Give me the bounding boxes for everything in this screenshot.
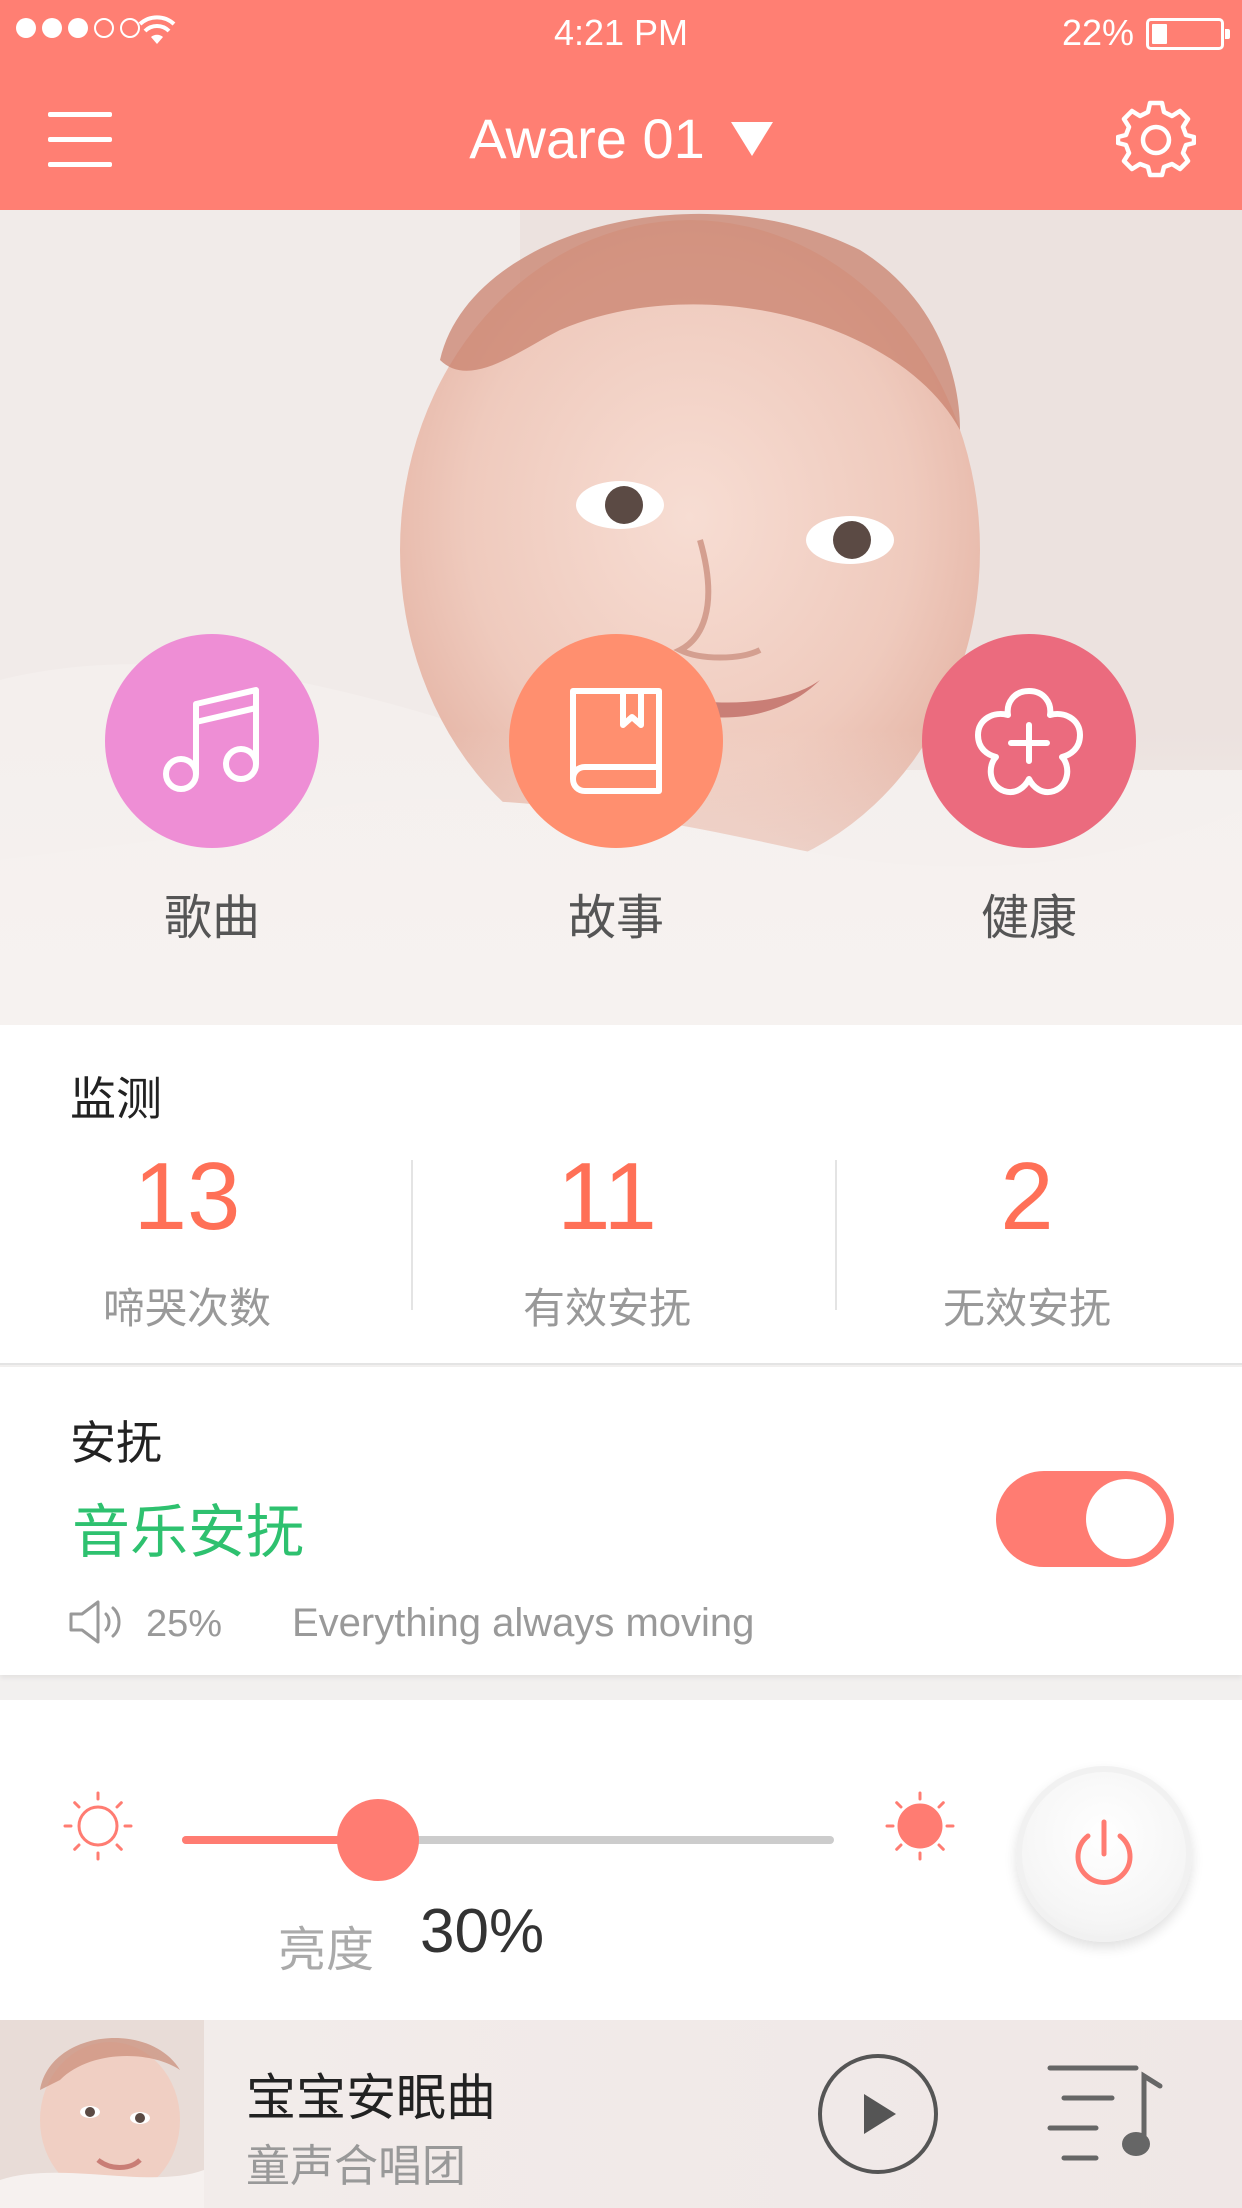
battery-percent: 22% — [1061, 12, 1134, 53]
speaker-icon — [69, 1600, 121, 1644]
songs-button[interactable]: 歌曲 — [105, 634, 319, 948]
stat-crying-count[interactable]: 13 啼哭次数 — [0, 1149, 394, 1336]
soothe-track: Everything always moving — [292, 1601, 755, 1645]
song-title: 宝宝安眠曲 — [246, 2069, 496, 2127]
songs-circle — [105, 634, 319, 848]
toggle-knob — [1086, 1479, 1166, 1559]
stat-value: 11 — [557, 1143, 657, 1250]
status-time: 4:21 PM — [553, 12, 689, 53]
soothe-title: 安抚 — [70, 1416, 162, 1470]
stat-value: 2 — [1000, 1143, 1054, 1250]
health-button[interactable]: 健康 — [922, 634, 1136, 948]
stories-label: 故事 — [567, 890, 664, 946]
slider-thumb[interactable] — [336, 1799, 419, 1881]
song-artist: 童声合唱团 — [246, 2141, 466, 2192]
album-art — [0, 2020, 204, 2208]
health-label: 健康 — [980, 890, 1077, 946]
soothe-mode[interactable]: 音乐安抚 — [72, 1485, 304, 1569]
power-icon — [1075, 1819, 1133, 1885]
brightness-value: 30% — [420, 1897, 545, 1966]
mini-player[interactable]: 宝宝安眠曲 童声合唱团 — [0, 2020, 1242, 2208]
brightness-low-icon — [63, 1791, 133, 1861]
soothe-toggle[interactable] — [996, 1471, 1174, 1567]
health-circle — [922, 634, 1136, 848]
brightness-slider[interactable] — [182, 1799, 834, 1881]
monitor-card: 监测 13 啼哭次数 11 有效安抚 2 无效安抚 — [0, 1025, 1242, 1365]
brightness-label: 亮度 — [278, 1922, 375, 1978]
status-bar: 4:21 PM 22% — [0, 0, 1242, 66]
stories-button[interactable]: 故事 — [509, 634, 723, 948]
brightness-high-icon — [885, 1791, 955, 1861]
health-plus-icon — [975, 688, 1083, 795]
stat-value: 13 — [133, 1143, 241, 1250]
stat-label: 有效安抚 — [522, 1284, 691, 1333]
monitor-title: 监测 — [70, 1072, 162, 1126]
book-icon — [570, 688, 662, 794]
power-button[interactable] — [1016, 1766, 1192, 1942]
play-button[interactable] — [818, 2054, 938, 2174]
device-name: Aware 01 — [469, 107, 705, 170]
stat-effective-soothe[interactable]: 11 有效安抚 — [400, 1149, 814, 1336]
music-note-icon — [163, 687, 259, 792]
gear-icon[interactable] — [1116, 100, 1196, 180]
stat-label: 啼哭次数 — [102, 1284, 271, 1333]
brightness-card: 亮度 30% — [0, 1700, 1242, 2020]
device-selector[interactable]: Aware 01 — [0, 106, 1242, 171]
stat-label: 无效安抚 — [942, 1284, 1111, 1333]
play-icon — [864, 2094, 896, 2134]
hero-banner: 歌曲 故事 健康 — [0, 210, 1242, 1025]
soothe-card: 安抚 音乐安抚 25% Everything always moving — [0, 1367, 1242, 1675]
stat-ineffective-soothe[interactable]: 2 无效安抚 — [820, 1149, 1234, 1336]
battery-icon — [1146, 18, 1230, 50]
triangle-down-icon — [730, 121, 773, 156]
volume-percent: 25% — [146, 1603, 223, 1645]
playlist-icon[interactable] — [1046, 2062, 1168, 2166]
songs-label: 歌曲 — [163, 890, 260, 946]
stories-circle — [509, 634, 723, 848]
nav-bar: Aware 01 — [0, 66, 1242, 210]
